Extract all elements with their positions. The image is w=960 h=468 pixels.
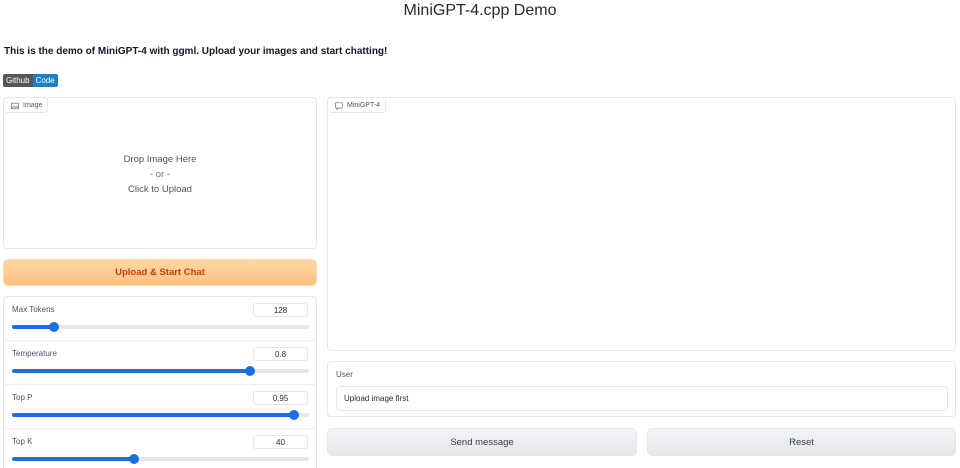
slider-track[interactable]: [12, 322, 309, 332]
chatbot-panel-label-text: MiniGPT-4: [347, 102, 381, 109]
param-label: Top K: [12, 437, 33, 446]
slider-track[interactable]: [12, 366, 309, 376]
image-upload-dropzone[interactable]: Image Drop Image Here - or - Click to Up…: [3, 97, 317, 249]
user-input-box: User Upload image first: [327, 361, 956, 417]
param-number-input[interactable]: 0.8: [253, 347, 308, 361]
image-panel-label-text: Image: [23, 102, 43, 109]
param-label: Top P: [12, 393, 33, 402]
slider-fill: [12, 325, 54, 329]
dropzone-text: Drop Image Here - or - Click to Upload: [4, 152, 316, 197]
click-to-upload-text: Click to Upload: [128, 184, 192, 195]
slider-thumb[interactable]: [48, 322, 59, 332]
param-top-k: Top K 40: [4, 429, 316, 468]
drop-image-text: Drop Image Here: [123, 154, 197, 165]
slider-track[interactable]: [12, 410, 309, 420]
upload-start-chat-button[interactable]: Upload & Start Chat: [3, 259, 317, 286]
param-top-p: Top P 0.95: [4, 385, 316, 429]
slider-fill: [12, 457, 134, 461]
slider-fill: [12, 369, 250, 373]
slider-thumb[interactable]: [244, 366, 255, 376]
image-icon: [11, 102, 19, 109]
slider-fill: [12, 413, 295, 417]
user-label: User: [336, 370, 353, 379]
param-max-tokens: Max Tokens 128: [4, 297, 316, 341]
parameters-panel: Max Tokens 128 Temperature 0.8 Top P 0.9…: [3, 296, 317, 468]
param-label: Temperature: [12, 349, 57, 358]
slider-thumb[interactable]: [289, 410, 300, 420]
page-description: This is the demo of MiniGPT-4 with ggml.…: [4, 46, 388, 57]
badge-left-label: Github: [3, 74, 33, 87]
send-message-button[interactable]: Send message: [327, 428, 637, 456]
slider-track[interactable]: [12, 454, 309, 464]
param-temperature: Temperature 0.8: [4, 341, 316, 385]
github-code-badge[interactable]: Github Code: [3, 74, 58, 87]
user-message-input[interactable]: Upload image first: [336, 386, 948, 411]
drop-or-text: - or -: [149, 169, 171, 180]
page-title: MiniGPT-4.cpp Demo: [403, 2, 557, 19]
chatbot-panel: MiniGPT-4: [327, 97, 956, 351]
reset-button[interactable]: Reset: [647, 428, 956, 456]
badge-right-label: Code: [32, 74, 58, 87]
param-number-input[interactable]: 40: [253, 435, 308, 449]
image-panel-label: Image: [6, 99, 49, 113]
chatbot-panel-label: MiniGPT-4: [330, 99, 387, 113]
param-number-input[interactable]: 0.95: [253, 391, 308, 405]
param-label: Max Tokens: [12, 305, 55, 314]
chat-icon: [335, 101, 343, 110]
slider-thumb[interactable]: [128, 454, 139, 464]
param-number-input[interactable]: 128: [253, 303, 308, 317]
